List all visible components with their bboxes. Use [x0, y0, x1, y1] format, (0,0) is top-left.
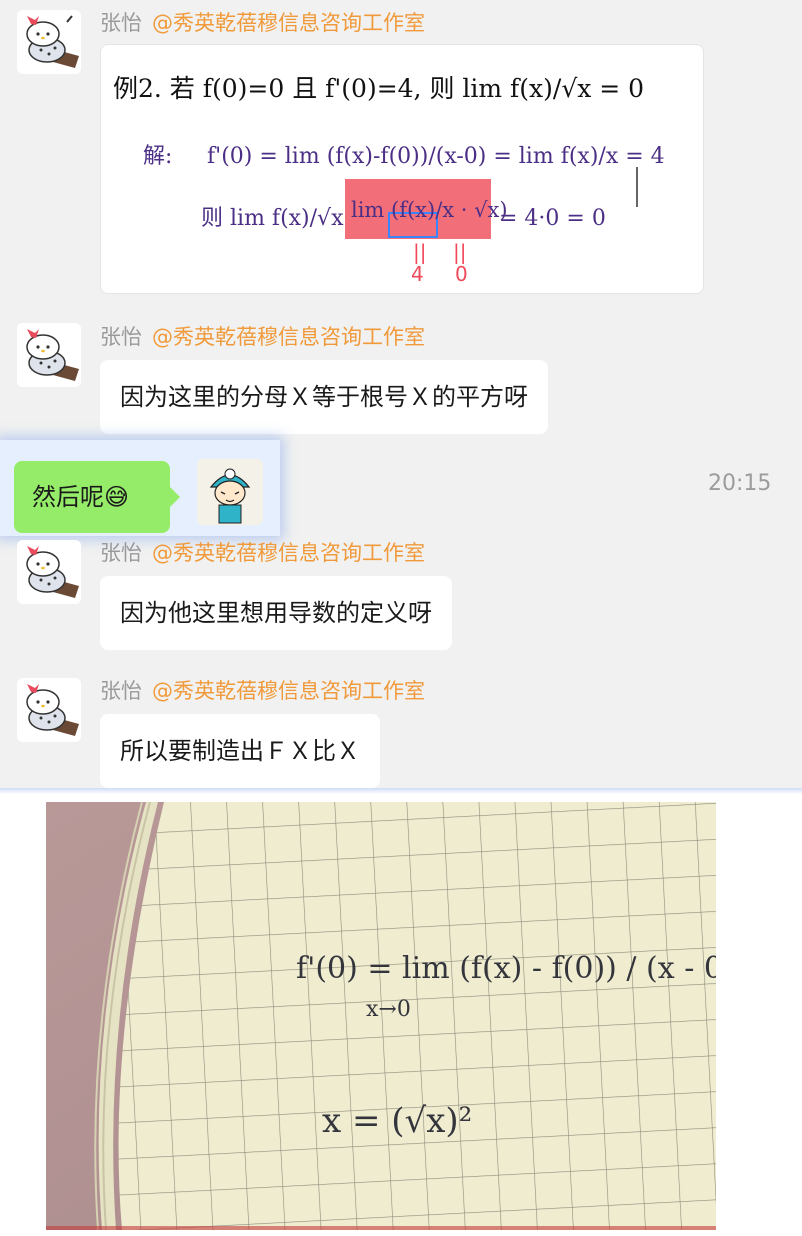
handwritten-line-1-sub: x→0: [366, 997, 411, 1022]
sender-name: 张怡: [100, 541, 142, 565]
avatar[interactable]: [17, 323, 81, 387]
message-timestamp: 20:15: [708, 471, 772, 496]
hello-kitty-avatar-icon: [17, 323, 81, 387]
message-bubble[interactable]: 因为这里的分母Ｘ等于根号Ｘ的平方呀: [100, 360, 548, 434]
cartoon-boy-avatar-icon: [197, 459, 263, 525]
under-4: 4: [411, 262, 424, 286]
outgoing-message-bubble[interactable]: 然后呢😅: [14, 461, 170, 533]
avatar[interactable]: [17, 678, 81, 742]
math-line-3-left: 则 lim f(x)/√x =: [201, 206, 369, 231]
sender-line: 张怡 @秀英乾蓓穆信息咨询工作室: [100, 9, 425, 37]
avatar[interactable]: [17, 10, 81, 74]
sender-name: 张怡: [100, 679, 142, 703]
handwritten-photo[interactable]: f'(0) = lim (f(x) - f(0)) / (x - 0) x→0 …: [46, 802, 716, 1230]
math-line-3-right: = 4·0 = 0: [499, 206, 606, 231]
avatar[interactable]: [17, 540, 81, 604]
message-bubble[interactable]: 所以要制造出ＦＸ比Ｘ: [100, 714, 380, 788]
outgoing-text: 然后呢: [32, 483, 104, 511]
message-bubble[interactable]: 因为他这里想用导数的定义呀: [100, 576, 452, 650]
sweat-smile-emoji-icon: 😅: [104, 483, 130, 511]
mention-link[interactable]: @秀英乾蓓穆信息咨询工作室: [152, 11, 425, 35]
math-line-2-label: 解:: [143, 144, 172, 169]
hello-kitty-avatar-icon: [17, 678, 81, 742]
hello-kitty-avatar-icon: [17, 10, 81, 74]
sender-line: 张怡 @秀英乾蓓穆信息咨询工作室: [100, 323, 425, 351]
math-line-1: 例2. 若 f(0)=0 且 f'(0)=4, 则 lim f(x)/√x = …: [113, 74, 644, 103]
handwritten-line-1: f'(0) = lim (f(x) - f(0)) / (x - 0): [296, 951, 716, 986]
sender-line: 张怡 @秀英乾蓓穆信息咨询工作室: [100, 539, 425, 567]
my-avatar[interactable]: [197, 459, 263, 525]
section-divider: [0, 788, 802, 794]
mention-link[interactable]: @秀英乾蓓穆信息咨询工作室: [152, 325, 425, 349]
mention-link[interactable]: @秀英乾蓓穆信息咨询工作室: [152, 541, 425, 565]
hello-kitty-avatar-icon: [17, 540, 81, 604]
math-line-2: f'(0) = lim (f(x)-f(0))/(x-0) = lim f(x)…: [207, 144, 665, 169]
grid-paper-image: f'(0) = lim (f(x) - f(0)) / (x - 0) x→0 …: [46, 802, 716, 1230]
bubble-tail: [170, 487, 180, 507]
sender-name: 张怡: [100, 11, 142, 35]
handwritten-line-2: x = (√x)²: [322, 1101, 472, 1141]
math-line-3-box: lim (f(x)/x · √x): [351, 198, 508, 222]
sender-name: 张怡: [100, 325, 142, 349]
sender-line: 张怡 @秀英乾蓓穆信息咨询工作室: [100, 677, 425, 705]
under-0: 0: [455, 262, 468, 286]
math-image-message[interactable]: 例2. 若 f(0)=0 且 f'(0)=4, 则 lim f(x)/√x = …: [100, 44, 704, 294]
mention-link[interactable]: @秀英乾蓓穆信息咨询工作室: [152, 679, 425, 703]
svg-text:||: ||: [453, 240, 466, 264]
math-image: 例2. 若 f(0)=0 且 f'(0)=4, 则 lim f(x)/√x = …: [113, 74, 665, 286]
svg-text:||: ||: [413, 240, 426, 264]
